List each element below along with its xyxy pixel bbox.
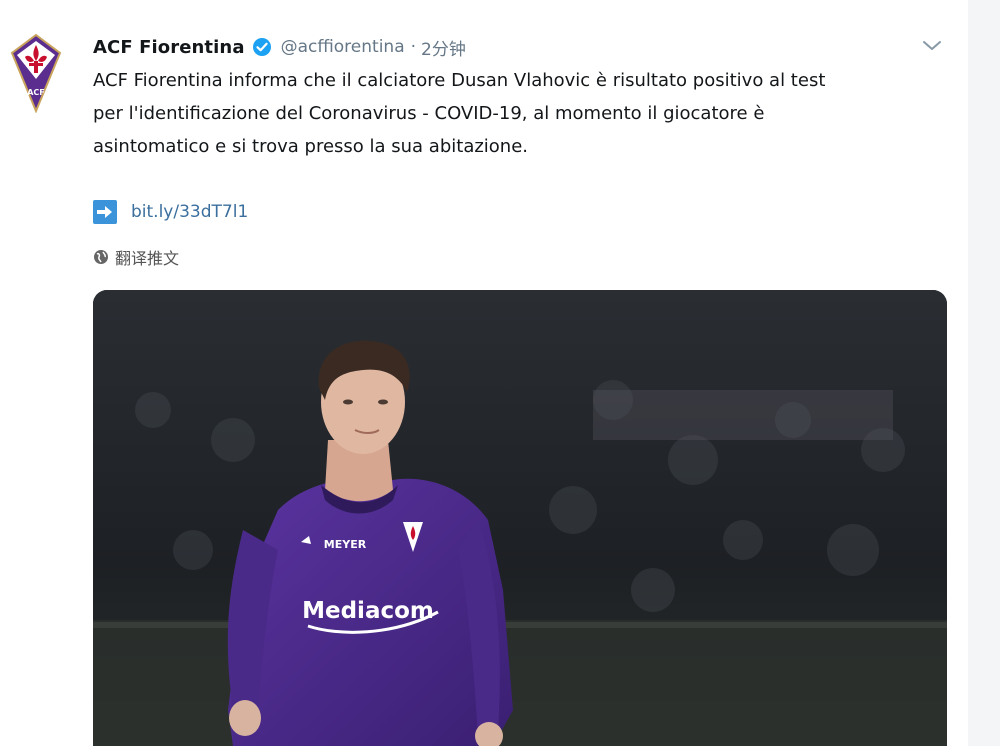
page-scroll-gutter (968, 0, 1000, 746)
author-name[interactable]: ACF Fiorentina (93, 37, 245, 58)
player-photo: MEYER Mediacom (93, 290, 947, 746)
avatar-text: ACF (27, 88, 45, 97)
avatar[interactable]: ACF (8, 33, 64, 114)
chevron-down-icon[interactable] (921, 38, 943, 54)
tweet-text-line: asintomatico e si trova presso la sua ab… (93, 136, 529, 157)
fiorentina-crest-icon: ACF (10, 33, 62, 114)
translate-label[interactable]: 翻译推文 (115, 245, 179, 269)
globe-icon (93, 249, 109, 265)
verified-badge-icon (252, 37, 272, 57)
jersey-sponsor-text: Mediacom (302, 598, 434, 624)
header-separator: · (410, 37, 417, 57)
translate-tweet[interactable]: 翻译推文 (93, 246, 179, 268)
tweet-timestamp[interactable]: 2分钟 (421, 35, 466, 60)
tweet-text: ACF Fiorentina informa che il calciatore… (93, 64, 958, 163)
tweet-text-line: per l'identificazione del Coronavirus - … (93, 103, 765, 124)
author-handle[interactable]: @acffiorentina (281, 37, 405, 57)
arrow-right-icon (93, 200, 117, 224)
tweet-text-line: ACF Fiorentina informa che il calciatore… (93, 70, 826, 91)
tweet-link[interactable]: bit.ly/33dT7l1 (93, 199, 248, 225)
tweet-header: ACF Fiorentina @acffiorentina · 2分钟 (93, 34, 466, 60)
tweet-media-photo[interactable]: MEYER Mediacom (93, 290, 947, 746)
jersey-brand-text: MEYER (324, 538, 367, 551)
link-text[interactable]: bit.ly/33dT7l1 (131, 202, 248, 222)
